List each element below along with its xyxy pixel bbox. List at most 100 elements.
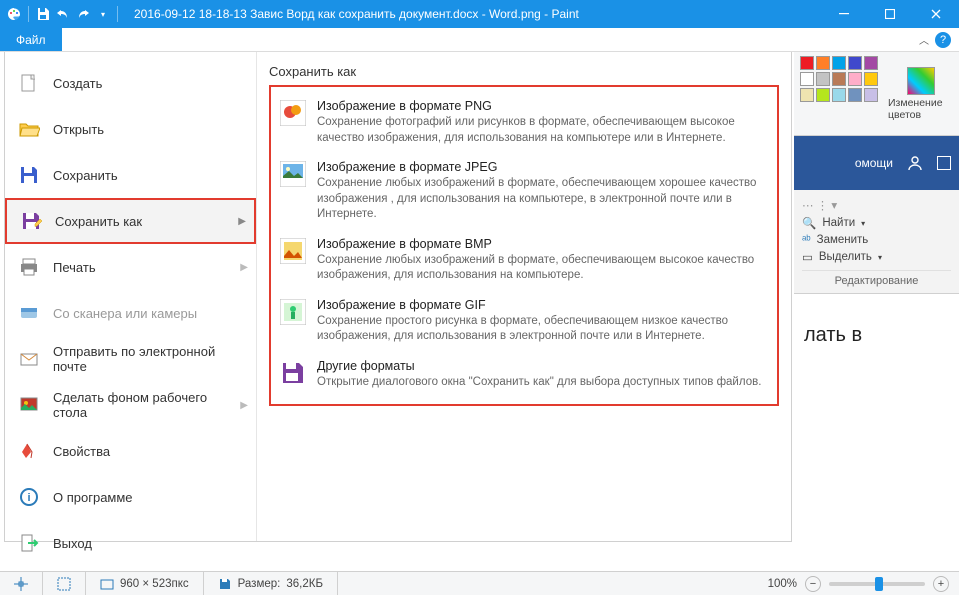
menu-item-label: Создать	[53, 76, 102, 91]
save-as-png[interactable]: Изображение в формате PNG Сохранение фот…	[279, 93, 769, 154]
close-button[interactable]	[913, 0, 959, 28]
color-swatch[interactable]	[816, 88, 830, 102]
jpeg-icon	[279, 160, 307, 188]
doc-text-fragment: лать в	[804, 324, 862, 346]
save-as-icon	[19, 209, 43, 233]
zoom-value: 100%	[768, 578, 797, 590]
color-swatch[interactable]	[848, 88, 862, 102]
edit-colors-label: Изменение цветов	[888, 97, 953, 121]
save-as-options-box: Изображение в формате PNG Сохранение фот…	[269, 85, 779, 406]
zoom-out-button[interactable]: −	[805, 576, 821, 592]
menu-item-about[interactable]: i О программе	[5, 474, 256, 520]
size-label: Размер:	[238, 578, 281, 590]
menu-item-label: Сохранить	[53, 168, 118, 183]
zoom-slider-thumb[interactable]	[875, 577, 883, 591]
option-title: Другие форматы	[317, 359, 761, 373]
select-button[interactable]: ▭ Выделить ▾	[802, 248, 951, 266]
color-swatch[interactable]	[848, 72, 862, 86]
menu-item-open[interactable]: Открыть	[5, 106, 256, 152]
png-icon	[279, 99, 307, 127]
menu-item-scanner: Со сканера или камеры	[5, 290, 256, 336]
menu-item-print[interactable]: Печать ▶	[5, 244, 256, 290]
word-ruler-fragment: ⋯ ⋮ ▾	[802, 196, 951, 214]
word-editing-group: ⋯ ⋮ ▾ 🔍 Найти ▾ ᵃᵇ Заменить ▭ Выделить ▾…	[794, 190, 959, 294]
status-bar: 960 × 523пкс Размер: 36,2КБ 100% − +	[0, 571, 959, 595]
color-swatch[interactable]	[864, 72, 878, 86]
minimize-button[interactable]	[821, 0, 867, 28]
menu-item-label: О программе	[53, 490, 133, 505]
word-user-icon	[905, 153, 925, 173]
menu-item-save-as[interactable]: Сохранить как ▶	[5, 198, 256, 244]
quick-access-toolbar: ▾	[0, 6, 126, 22]
menu-item-properties[interactable]: Свойства	[5, 428, 256, 474]
paint-app-icon	[6, 6, 22, 22]
color-swatch[interactable]	[864, 56, 878, 70]
color-swatch[interactable]	[816, 56, 830, 70]
select-label: Выделить	[819, 251, 872, 263]
save-icon[interactable]	[35, 6, 51, 22]
edit-colors-button[interactable]: Изменение цветов	[888, 56, 953, 131]
maximize-button[interactable]	[867, 0, 913, 28]
zoom-slider[interactable]	[829, 582, 925, 586]
menu-item-label: Со сканера или камеры	[53, 306, 197, 321]
option-title: Изображение в формате GIF	[317, 298, 769, 312]
find-label: Найти	[822, 217, 855, 229]
open-icon	[17, 117, 41, 141]
menu-item-label: Отправить по электронной почте	[53, 344, 244, 374]
submenu-arrow-icon: ▶	[238, 216, 246, 227]
word-title-bar-fragment: омощи	[794, 136, 959, 190]
color-swatches[interactable]	[800, 56, 878, 131]
submenu-arrow-icon: ▶	[240, 262, 248, 273]
save-as-jpeg[interactable]: Изображение в формате JPEG Сохранение лю…	[279, 154, 769, 231]
status-selection	[43, 572, 86, 595]
color-swatch[interactable]	[832, 72, 846, 86]
ribbon-strip: Файл ︿ ?	[0, 28, 959, 52]
background-right-strip: Изменение цветов омощи ⋯ ⋮ ▾ 🔍 Найти ▾ ᵃ…	[794, 52, 959, 542]
menu-item-email[interactable]: Отправить по электронной почте	[5, 336, 256, 382]
menu-item-exit[interactable]: Выход	[5, 520, 256, 566]
menu-item-save[interactable]: Сохранить	[5, 152, 256, 198]
save-as-other[interactable]: Другие форматы Открытие диалогового окна…	[279, 353, 769, 399]
menu-item-create[interactable]: Создать	[5, 60, 256, 106]
color-swatch[interactable]	[832, 88, 846, 102]
file-tab[interactable]: Файл	[0, 28, 62, 51]
other-formats-icon	[279, 359, 307, 387]
exit-icon	[17, 531, 41, 555]
menu-item-desktop-bg[interactable]: Сделать фоном рабочего стола ▶	[5, 382, 256, 428]
undo-icon[interactable]	[55, 6, 71, 22]
submenu-header: Сохранить как	[269, 60, 779, 85]
save-floppy-icon	[17, 163, 41, 187]
status-filesize: Размер: 36,2КБ	[204, 572, 338, 595]
save-as-bmp[interactable]: Изображение в формате BMP Сохранение люб…	[279, 231, 769, 292]
color-swatch[interactable]	[800, 56, 814, 70]
find-button[interactable]: 🔍 Найти ▾	[802, 214, 951, 232]
dimensions-icon	[100, 577, 114, 591]
color-swatch[interactable]	[848, 56, 862, 70]
color-swatch[interactable]	[832, 56, 846, 70]
color-swatch[interactable]	[800, 88, 814, 102]
qat-dropdown-icon[interactable]: ▾	[95, 6, 111, 22]
option-desc: Сохранение любых изображений в формате, …	[317, 253, 769, 284]
replace-label: Заменить	[817, 234, 869, 246]
color-swatch[interactable]	[800, 72, 814, 86]
color-swatch[interactable]	[816, 72, 830, 86]
menu-item-label: Печать	[53, 260, 96, 275]
desktop-bg-icon	[17, 393, 41, 417]
title-bar: ▾ 2016-09-12 18-18-13 Завис Ворд как сох…	[0, 0, 959, 28]
save-as-gif[interactable]: Изображение в формате GIF Сохранение про…	[279, 292, 769, 353]
save-as-submenu: Сохранить как Изображение в формате PNG …	[257, 52, 791, 541]
replace-button[interactable]: ᵃᵇ Заменить	[802, 232, 951, 248]
email-icon	[17, 347, 41, 371]
word-help-text: омощи	[855, 156, 893, 170]
file-menu-column: Создать Открыть Сохранить Сохранить как …	[5, 52, 257, 541]
redo-icon[interactable]	[75, 6, 91, 22]
help-icon[interactable]: ?	[935, 32, 951, 48]
status-cursor-pos	[0, 572, 43, 595]
option-title: Изображение в формате JPEG	[317, 160, 769, 174]
zoom-in-button[interactable]: +	[933, 576, 949, 592]
option-desc: Сохранение фотографий или рисунков в фор…	[317, 115, 769, 146]
color-swatch[interactable]	[864, 88, 878, 102]
dimensions-value: 960 × 523пкс	[120, 578, 189, 590]
size-value: 36,2КБ	[286, 578, 323, 590]
collapse-ribbon-icon[interactable]: ︿	[919, 32, 929, 47]
